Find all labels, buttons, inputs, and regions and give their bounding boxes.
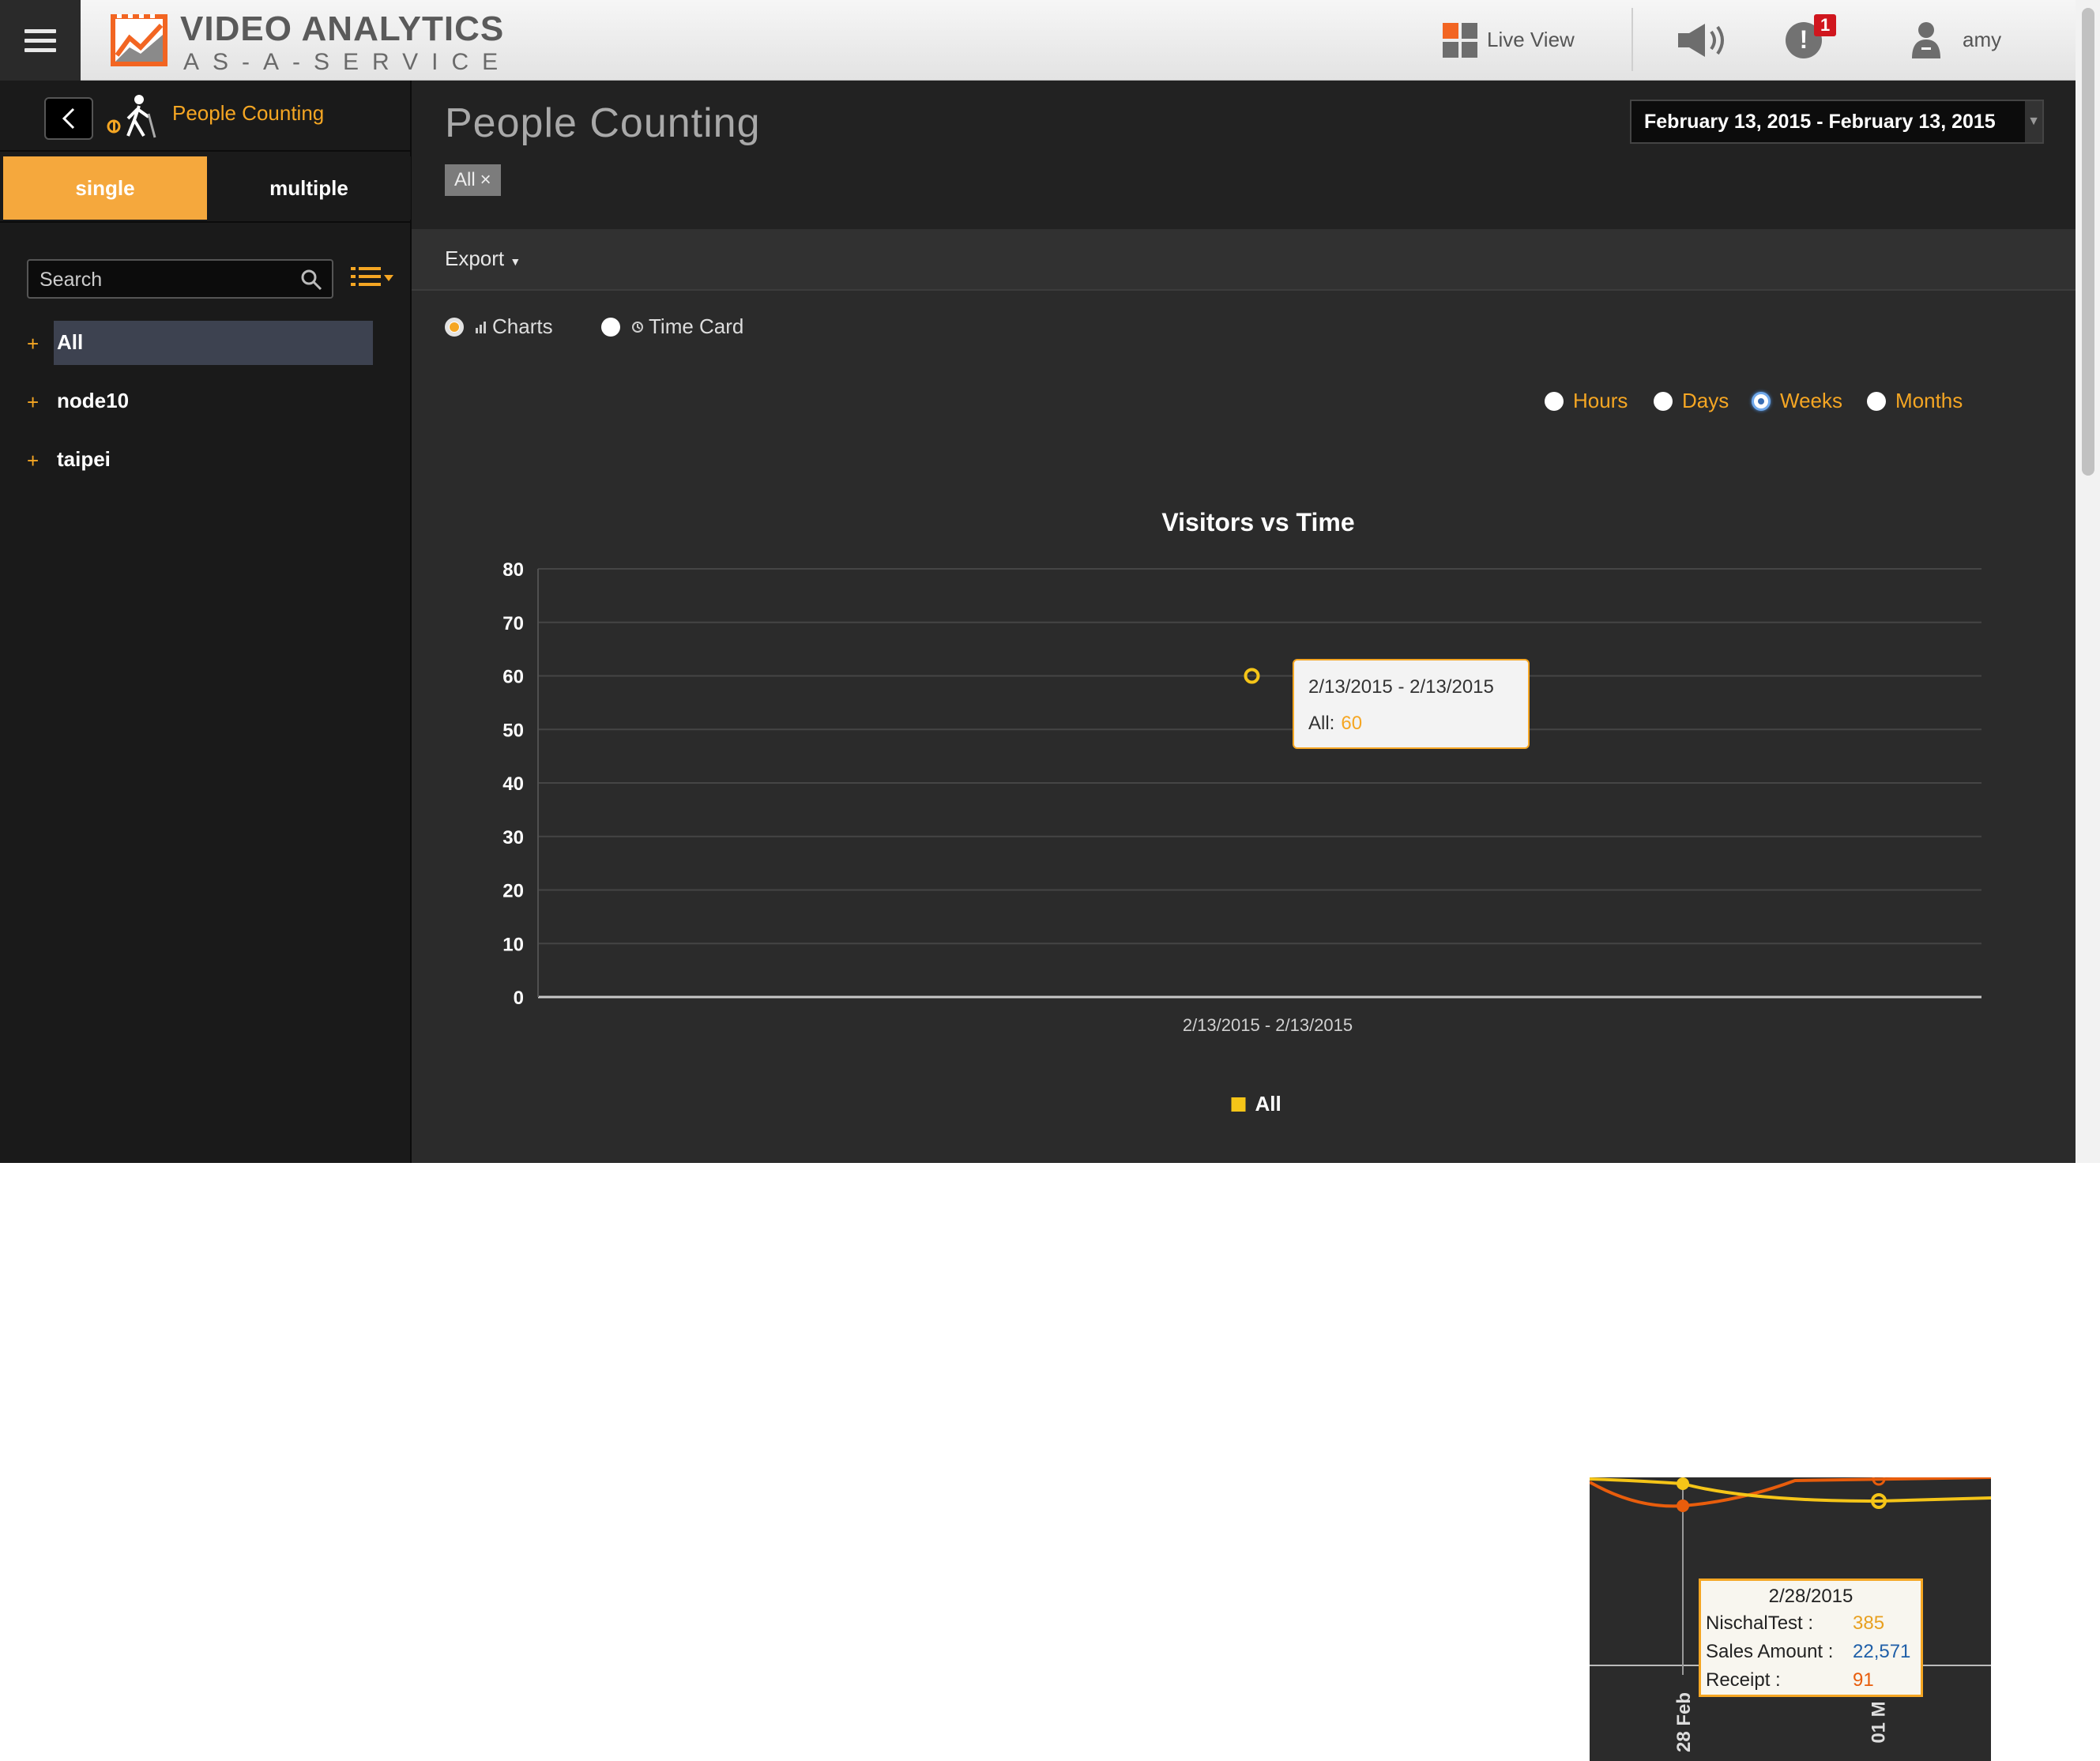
y-tick-label: 40 <box>502 773 524 795</box>
tooltip-title: 2/13/2015 - 2/13/2015 <box>1308 676 1494 698</box>
visitors-chart: Visitors vs Time 0 10 20 30 40 50 60 70 80 2/13/20… <box>502 508 1981 1116</box>
tree-item-label: All <box>57 330 84 354</box>
y-tick-label: 60 <box>502 667 524 688</box>
y-tick-label: 0 <box>514 988 524 1009</box>
app-window: VIDEO ANALYTICS AS-A-SERVICE Live View !… <box>0 0 2100 1163</box>
y-tick-label: 10 <box>502 934 524 955</box>
inset-tooltip-date: 2/28/2015 <box>1768 1586 1853 1607</box>
tooltip-value: 60 <box>1341 713 1363 734</box>
inset-tooltip-value: 385 <box>1853 1612 1885 1634</box>
y-tick-label: 80 <box>502 559 524 581</box>
chart-tooltip: 2/13/2015 - 2/13/2015 All: 60 <box>1293 659 1530 749</box>
inset-tooltip-label: Receipt : <box>1706 1669 1781 1691</box>
inset-tooltip-value: 22,571 <box>1853 1641 1911 1662</box>
legend-swatch <box>1231 1097 1246 1112</box>
inset-x-label: 28 Feb <box>1673 1691 1695 1753</box>
y-tick-label: 50 <box>502 720 524 741</box>
inset-tooltip: 2/28/2015 NischalTest : 385 Sales Amount… <box>1699 1579 1923 1697</box>
inset-tooltip-value: 91 <box>1853 1669 1874 1691</box>
scroll-thumb[interactable] <box>2082 8 2094 476</box>
x-tick-label: 2/13/2015 - 2/13/2015 <box>1183 1015 1353 1035</box>
inset-x-label: 01 M <box>1868 1701 1890 1744</box>
vertical-scrollbar[interactable] <box>2076 0 2100 1163</box>
legend-label: All <box>1255 1092 1281 1116</box>
y-tick-label: 20 <box>502 881 524 902</box>
inset-tooltip-label: NischalTest : <box>1706 1612 1814 1634</box>
tooltip-row: All: 60 <box>1308 713 1362 735</box>
tooltip-series: All: <box>1308 713 1335 734</box>
y-tick-label: 70 <box>502 613 524 634</box>
y-tick-label: 30 <box>502 827 524 849</box>
inset-tooltip-label: Sales Amount : <box>1706 1641 1834 1662</box>
chart-title: Visitors vs Time <box>1161 508 1354 536</box>
inset-chart-snippet: 2/28/2015 NischalTest : 385 Sales Amount… <box>1590 1477 1991 1761</box>
